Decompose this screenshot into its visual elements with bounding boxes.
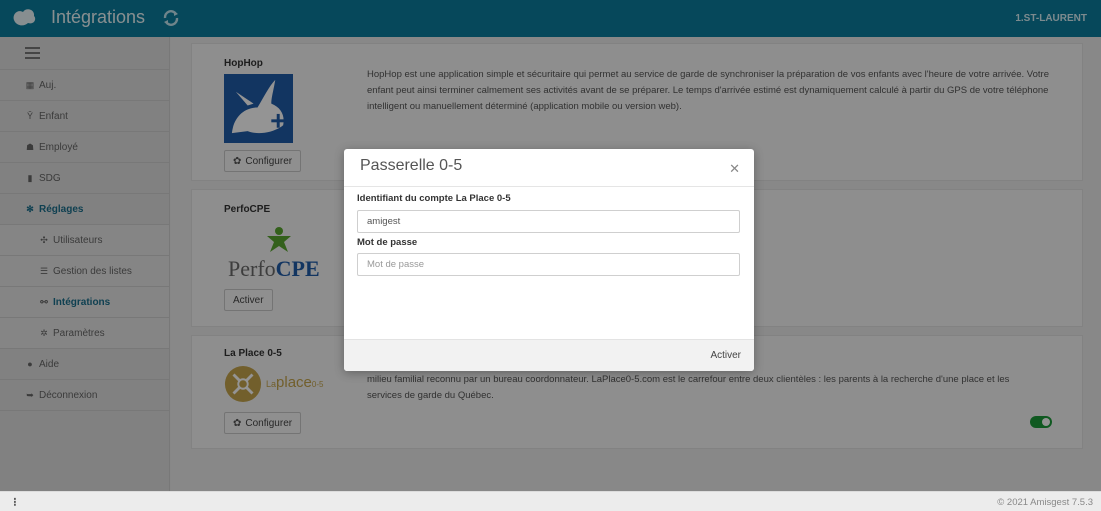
copyright-text: © 2021 Amisgest 7.5.3: [997, 497, 1093, 508]
password-input[interactable]: [357, 253, 740, 276]
modal-footer: Activer: [344, 339, 754, 371]
account-id-label: Identifiant du compte La Place 0-5: [357, 193, 511, 204]
modal-header: Passerelle 0-5 ✕: [344, 149, 754, 187]
page-footer: ⁝ © 2021 Amisgest 7.5.3: [0, 491, 1101, 511]
account-id-input[interactable]: [357, 210, 740, 233]
modal-title: Passerelle 0-5: [360, 157, 463, 174]
modal-activate-button[interactable]: Activer: [710, 350, 741, 361]
close-icon[interactable]: ✕: [729, 161, 740, 177]
more-options-icon[interactable]: ⁝: [13, 495, 17, 509]
passerelle-modal: Passerelle 0-5 ✕ Identifiant du compte L…: [344, 149, 754, 371]
password-label: Mot de passe: [357, 237, 418, 248]
